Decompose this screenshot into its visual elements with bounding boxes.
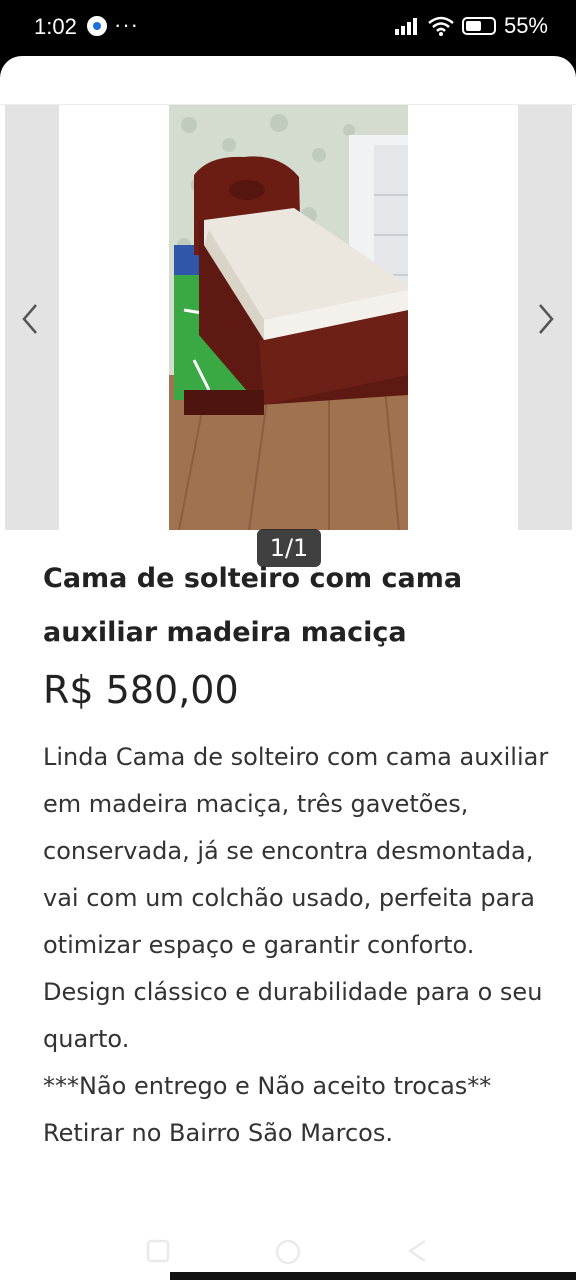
more-notifications-icon: ··· — [114, 12, 139, 37]
battery-level: 55% — [503, 13, 548, 38]
listing-title: Cama de solteiro com cama auxiliar madei… — [43, 563, 463, 648]
listing-photo[interactable] — [169, 105, 408, 530]
system-nav-bar — [0, 1220, 576, 1280]
status-time: 1:02 — [34, 14, 77, 39]
chevron-right-icon[interactable] — [530, 301, 560, 337]
listing-description: Linda Cama de solteiro com cama auxiliar… — [43, 743, 549, 1147]
listing-price: R$ 580,00 — [43, 668, 239, 712]
image-gallery: 1/1 — [0, 105, 576, 567]
status-bar: 1:02 ··· 55% — [0, 0, 576, 56]
listing-details: Cama de solteiro com cama auxiliar madei… — [43, 552, 563, 1157]
chevron-left-icon[interactable] — [16, 301, 46, 337]
signal-icon — [394, 18, 417, 35]
battery-icon — [461, 17, 496, 35]
recent-apps-icon[interactable] — [145, 1238, 171, 1264]
back-icon[interactable] — [405, 1238, 431, 1264]
home-icon[interactable] — [274, 1238, 302, 1266]
sheet-header — [0, 56, 576, 105]
notification-icon — [87, 16, 107, 36]
home-indicator — [170, 1272, 576, 1280]
wifi-icon — [428, 16, 454, 36]
listing-sheet: 1/1 Cama de solteiro com cama auxiliar m… — [0, 56, 576, 1280]
